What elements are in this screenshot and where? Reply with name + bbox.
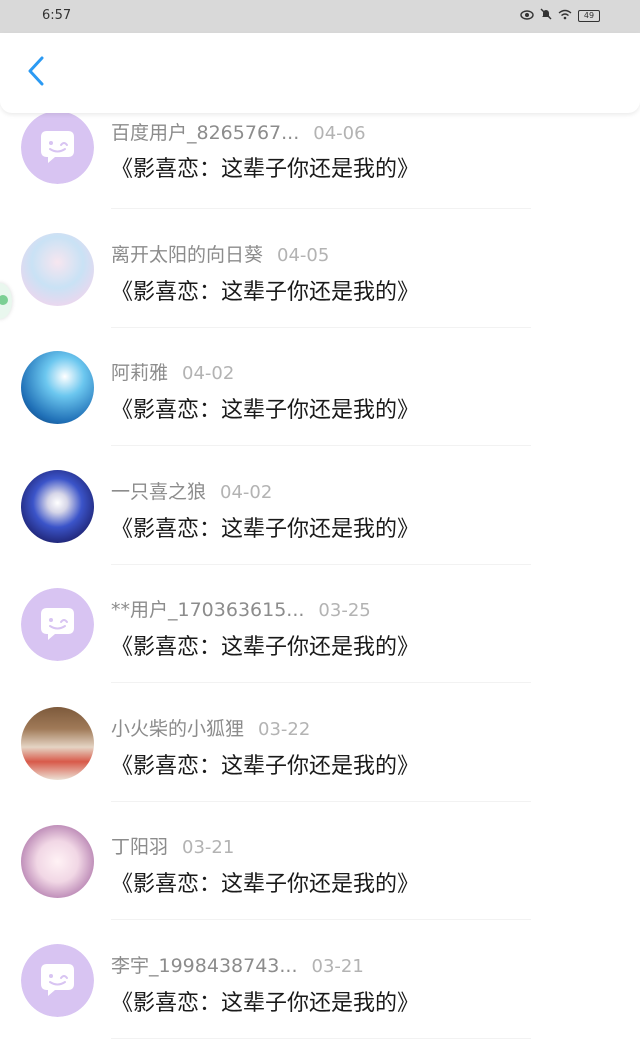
divider bbox=[111, 208, 531, 209]
header bbox=[0, 33, 640, 113]
comment-text: 《影喜恋：这辈子你还是我的》 bbox=[111, 157, 420, 182]
comment-text: 《影喜恋：这辈子你还是我的》 bbox=[111, 990, 420, 1016]
user-avatar[interactable] bbox=[21, 232, 94, 306]
user-avatar[interactable] bbox=[21, 469, 94, 543]
battery-icon: 49 bbox=[578, 9, 600, 22]
username[interactable]: 一只喜之狼 bbox=[111, 481, 206, 503]
comment-date: 04-06 bbox=[313, 123, 366, 144]
wifi-icon bbox=[558, 9, 572, 23]
divider bbox=[111, 563, 531, 565]
comment-text: 《影喜恋：这辈子你还是我的》 bbox=[111, 279, 420, 305]
user-avatar[interactable] bbox=[21, 706, 94, 780]
user-avatar[interactable] bbox=[21, 825, 94, 898]
comment-item[interactable]: 小火柴的小狐狸 03-22 《影喜恋：这辈子你还是我的》 bbox=[0, 706, 640, 824]
comment-date: 04-02 bbox=[182, 363, 235, 384]
comment-date: 04-02 bbox=[220, 481, 273, 503]
eye-icon bbox=[520, 9, 534, 23]
user-avatar[interactable] bbox=[21, 588, 94, 661]
username[interactable]: **用户_170363615... bbox=[111, 599, 304, 621]
status-icons: 49 bbox=[520, 8, 600, 23]
status-bar: 6:57 49 bbox=[0, 0, 640, 33]
chat-bubble-icon bbox=[21, 943, 94, 1017]
comment-date: 03-22 bbox=[258, 718, 311, 740]
comment-meta: **用户_170363615... 03-25 bbox=[111, 595, 371, 622]
chevron-left-icon bbox=[27, 56, 45, 90]
username[interactable]: 小火柴的小狐狸 bbox=[111, 718, 244, 740]
user-avatar[interactable] bbox=[21, 351, 94, 424]
divider bbox=[111, 682, 531, 683]
comment-item[interactable]: 一只喜之狼 04-02 《影喜恋：这辈子你还是我的》 bbox=[0, 469, 640, 587]
comment-text: 《影喜恋：这辈子你还是我的》 bbox=[111, 635, 420, 660]
comment-meta: 一只喜之狼 04-02 bbox=[111, 477, 272, 504]
comment-text: 《影喜恋：这辈子你还是我的》 bbox=[111, 872, 420, 897]
comment-date: 04-05 bbox=[277, 244, 330, 266]
status-time: 6:57 bbox=[42, 8, 72, 23]
user-avatar[interactable] bbox=[21, 111, 94, 184]
comment-meta: 李宇_1998438743... 03-21 bbox=[111, 951, 364, 978]
comment-item[interactable]: **用户_170363615... 03-25 《影喜恋：这辈子你还是我的》 bbox=[0, 587, 640, 705]
comment-text: 《影喜恋：这辈子你还是我的》 bbox=[111, 753, 420, 779]
comment-date: 03-25 bbox=[318, 600, 371, 621]
divider bbox=[111, 326, 531, 328]
chat-bubble-icon bbox=[21, 111, 94, 184]
divider bbox=[111, 445, 531, 446]
user-avatar[interactable] bbox=[21, 943, 94, 1017]
username[interactable]: 阿莉雅 bbox=[111, 362, 168, 384]
divider bbox=[111, 800, 531, 802]
comment-meta: 丁阳羽 03-21 bbox=[111, 832, 234, 859]
chat-bubble-icon bbox=[21, 588, 94, 661]
username[interactable]: 丁阳羽 bbox=[111, 836, 168, 858]
comment-meta: 小火柴的小狐狸 03-22 bbox=[111, 714, 310, 741]
divider bbox=[111, 919, 531, 920]
comment-item[interactable]: 阿莉雅 04-02 《影喜恋：这辈子你还是我的》 bbox=[0, 350, 640, 468]
mute-bell-icon bbox=[540, 8, 552, 23]
comment-item[interactable]: 百度用户_8265767... 04-06 《影喜恋：这辈子你还是我的》 bbox=[0, 111, 640, 231]
comment-item[interactable]: 丁阳羽 03-21 《影喜恋：这辈子你还是我的》 bbox=[0, 824, 640, 942]
comment-text: 《影喜恋：这辈子你还是我的》 bbox=[111, 398, 420, 423]
username[interactable]: 百度用户_8265767... bbox=[111, 122, 299, 144]
username[interactable]: 离开太阳的向日葵 bbox=[111, 244, 263, 266]
comment-date: 03-21 bbox=[311, 955, 364, 977]
username[interactable]: 李宇_1998438743... bbox=[111, 955, 298, 977]
comment-meta: 百度用户_8265767... 04-06 bbox=[111, 118, 366, 145]
comment-text: 《影喜恋：这辈子你还是我的》 bbox=[111, 516, 420, 542]
back-button[interactable] bbox=[18, 55, 54, 91]
comment-item[interactable]: 离开太阳的向日葵 04-05 《影喜恋：这辈子你还是我的》 bbox=[0, 232, 640, 350]
comment-meta: 离开太阳的向日葵 04-05 bbox=[111, 240, 329, 267]
divider bbox=[111, 1037, 531, 1039]
comment-item[interactable]: 李宇_1998438743... 03-21 《影喜恋：这辈子你还是我的》 bbox=[0, 943, 640, 1061]
comment-date: 03-21 bbox=[182, 837, 235, 858]
comment-meta: 阿莉雅 04-02 bbox=[111, 358, 234, 385]
